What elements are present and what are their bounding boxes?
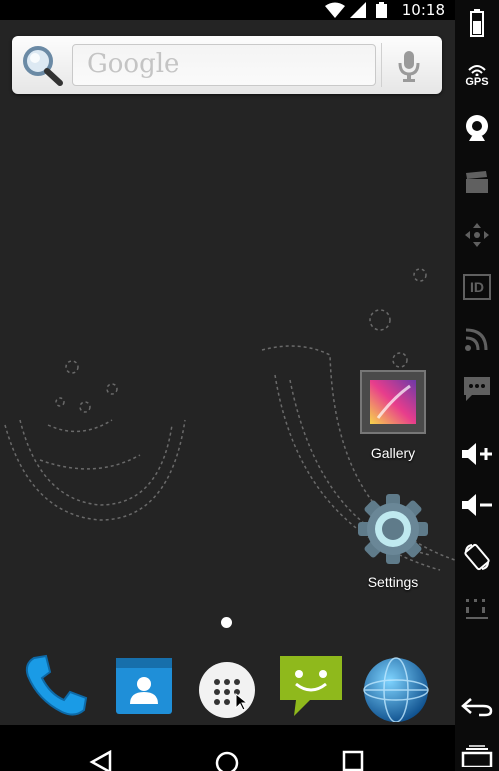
pixel-ratio-icon <box>466 599 488 619</box>
screen-record-button[interactable] <box>455 165 499 199</box>
id-icon: ID <box>463 274 491 300</box>
gps-label: GPS <box>465 76 489 88</box>
contacts-icon <box>116 658 172 714</box>
messaging-app[interactable] <box>276 650 346 720</box>
dpad-icon <box>465 223 489 247</box>
search-icon[interactable] <box>20 44 64 86</box>
recents-icon <box>461 745 493 767</box>
mic-icon <box>398 51 420 82</box>
settings-app[interactable]: Settings <box>345 493 441 590</box>
gear-icon <box>358 494 428 564</box>
voice-search-button[interactable] <box>381 43 434 87</box>
id-label: ID <box>470 279 484 295</box>
rotate-button[interactable] <box>455 538 499 576</box>
rotate-icon <box>464 543 490 571</box>
device-id-button[interactable]: ID <box>455 270 499 304</box>
signal-icon <box>350 2 366 18</box>
navigation-bar <box>0 725 455 771</box>
rss-icon <box>465 328 488 351</box>
app-drawer-icon <box>199 662 255 718</box>
back-button[interactable] <box>455 690 499 724</box>
back-icon[interactable] <box>88 750 114 771</box>
back-arrow-icon <box>461 698 493 717</box>
dpad-button[interactable] <box>455 218 499 252</box>
gallery-icon <box>360 370 426 434</box>
battery-icon <box>376 2 387 18</box>
emulator-side-panel: GPS ID <box>455 0 499 771</box>
search-placeholder: Google <box>87 49 180 79</box>
status-bar: 10:18 <box>0 0 455 20</box>
webcam-icon <box>466 115 488 141</box>
volume-up-button[interactable] <box>455 436 499 472</box>
sms-button[interactable] <box>455 372 499 406</box>
recents-icon[interactable] <box>342 750 364 771</box>
google-search-bar[interactable]: Google <box>12 36 442 94</box>
browser-icon <box>363 657 429 723</box>
volume-down-button[interactable] <box>455 487 499 523</box>
battery-icon <box>470 9 484 37</box>
gallery-app[interactable]: Gallery <box>345 368 441 461</box>
clapperboard-icon <box>466 171 488 193</box>
home-icon[interactable] <box>214 750 240 771</box>
volume-down-icon <box>462 494 492 516</box>
battery-button[interactable] <box>455 4 499 42</box>
volume-up-icon <box>462 443 492 465</box>
status-time: 10:18 <box>401 1 445 19</box>
wifi-icon <box>325 2 345 18</box>
settings-label: Settings <box>367 574 419 590</box>
app-drawer-button[interactable] <box>192 650 262 720</box>
gps-button[interactable]: GPS <box>455 58 499 94</box>
webcam-button[interactable] <box>455 110 499 146</box>
phone-screen: 10:18 Google Gallery Settings <box>0 0 455 771</box>
messaging-icon <box>280 656 342 716</box>
phone-app[interactable] <box>20 650 90 720</box>
sms-icon <box>464 377 490 401</box>
network-button[interactable] <box>455 322 499 356</box>
phone-icon <box>25 654 88 716</box>
gps-icon <box>468 65 486 76</box>
pixel-ratio-button[interactable] <box>455 592 499 628</box>
search-input[interactable]: Google <box>72 44 376 86</box>
gallery-label: Gallery <box>370 445 416 461</box>
contacts-app[interactable] <box>108 650 178 720</box>
recents-button[interactable] <box>455 742 499 770</box>
browser-app[interactable] <box>360 650 430 723</box>
dock <box>0 645 455 725</box>
page-indicator <box>221 617 232 628</box>
